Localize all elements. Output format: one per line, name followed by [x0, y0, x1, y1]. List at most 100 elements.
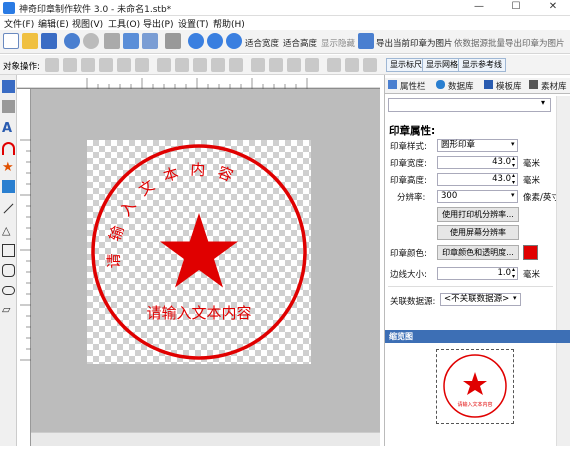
menu-tools[interactable]: 工具(O) — [108, 17, 140, 30]
stamp-star[interactable] — [160, 213, 238, 288]
menu-edit[interactable]: 编辑(E) — [38, 17, 69, 30]
export-image-button[interactable]: 导出当前印章为图片 — [376, 37, 453, 49]
horizontal-ruler — [17, 75, 380, 89]
divider — [388, 286, 553, 287]
export-image-icon[interactable] — [358, 33, 374, 49]
width-label: 印章宽度: — [390, 159, 427, 169]
paste-icon[interactable] — [142, 33, 158, 49]
dpi-select[interactable]: 300 — [437, 190, 518, 203]
align-left-icon[interactable] — [45, 58, 59, 72]
border-label: 边线大小: — [390, 270, 427, 280]
lock-icon[interactable] — [327, 58, 341, 72]
database-tab-icon — [436, 80, 445, 89]
menu-settings[interactable]: 设置(T) — [178, 17, 209, 30]
parallelogram-tool-icon[interactable]: ▱ — [2, 303, 15, 316]
zoom-out-icon[interactable] — [207, 33, 223, 49]
fit-width-button[interactable]: 适合宽度 — [245, 37, 279, 49]
color-label: 印章颜色: — [390, 249, 427, 259]
style-label: 印章样式: — [390, 142, 427, 152]
width-input[interactable]: 43.0 — [437, 156, 518, 169]
panel-scrollbar[interactable] — [556, 96, 570, 446]
tab-properties[interactable]: 属性栏 — [400, 80, 426, 92]
tab-templates[interactable]: 模板库 — [496, 80, 522, 92]
stamp-artboard[interactable]: 请输入文本内容 请输入文本内容 — [87, 140, 311, 364]
printer-dpi-button[interactable]: 使用打印机分辨率... — [437, 207, 519, 222]
send-back-icon[interactable] — [269, 58, 283, 72]
batch-export-button[interactable]: 依数据源批量导出印章为图片 — [454, 37, 565, 49]
copy-icon[interactable] — [123, 33, 139, 49]
menu-view[interactable]: 视图(V) — [72, 17, 103, 30]
properties-tab-icon — [388, 80, 397, 89]
height-unit: 毫米 — [523, 176, 541, 186]
arc-text-tool-icon[interactable] — [2, 142, 15, 155]
same-height-icon[interactable] — [211, 58, 225, 72]
show-guides-button[interactable]: 显示参考线 — [458, 58, 506, 72]
object-ops-label: 对象操作: — [3, 62, 40, 72]
width-stepper[interactable]: ▴ ▾ — [512, 155, 515, 169]
border-input[interactable]: 1.0 — [437, 267, 518, 280]
cut-icon[interactable] — [104, 33, 120, 49]
center-canvas-icon[interactable] — [363, 58, 377, 72]
save-icon[interactable] — [41, 33, 57, 49]
maximize-button[interactable]: ☐ — [500, 0, 532, 16]
chevron-down-icon[interactable]: ▾ — [511, 140, 515, 148]
close-button[interactable]: ✕ — [537, 0, 569, 16]
ungroup-icon[interactable] — [305, 58, 319, 72]
align-center-icon[interactable] — [63, 58, 77, 72]
same-size-icon[interactable] — [229, 58, 243, 72]
hand-tool-icon[interactable] — [2, 100, 15, 113]
ellipse-tool-icon[interactable] — [2, 286, 15, 295]
color-swatch[interactable] — [523, 245, 538, 260]
chevron-down-icon[interactable]: ▾ — [541, 98, 545, 107]
select-tool-icon[interactable] — [2, 80, 15, 93]
stamp-bottom-text[interactable]: 请输入文本内容 — [146, 304, 251, 322]
same-width-icon[interactable] — [193, 58, 207, 72]
group-icon[interactable] — [287, 58, 301, 72]
star-tool-icon[interactable]: ★ — [2, 161, 15, 174]
show-hide-button[interactable]: 显示隐藏 — [321, 37, 355, 49]
thumbnail-preview: 请输入文本内容 — [436, 349, 514, 424]
open-folder-icon[interactable] — [22, 33, 38, 49]
fit-height-button[interactable]: 适合高度 — [283, 37, 317, 49]
zoom-fit-icon[interactable] — [226, 33, 242, 49]
show-grid-button[interactable]: 显示网格 — [422, 58, 462, 72]
rounded-rect-tool-icon[interactable] — [2, 264, 15, 277]
align-top-icon[interactable] — [99, 58, 113, 72]
horizontal-scrollbar[interactable] — [31, 432, 380, 446]
object-selector-dropdown[interactable] — [388, 98, 551, 112]
color-button[interactable]: 印章颜色和透明度... — [437, 245, 519, 260]
distribute-h-icon[interactable] — [157, 58, 171, 72]
menu-export[interactable]: 导出(P) — [143, 17, 173, 30]
align-middle-icon[interactable] — [117, 58, 131, 72]
show-ruler-button[interactable]: 显示标尺 — [386, 58, 426, 72]
image-tool-icon[interactable] — [2, 180, 15, 193]
datasource-select[interactable]: <不关联数据源> — [440, 293, 521, 306]
unlock-icon[interactable] — [345, 58, 359, 72]
align-bottom-icon[interactable] — [135, 58, 149, 72]
app-icon — [3, 2, 15, 14]
border-stepper[interactable]: ▴ ▾ — [512, 266, 515, 280]
tab-database[interactable]: 数据库 — [448, 80, 474, 92]
text-tool-icon[interactable]: A — [2, 122, 15, 135]
chevron-down-icon[interactable]: ▾ — [511, 191, 515, 199]
height-input[interactable]: 43.0 — [437, 173, 518, 186]
bring-front-icon[interactable] — [251, 58, 265, 72]
minimize-button[interactable]: — — [463, 0, 495, 16]
screen-dpi-button[interactable]: 使用屏幕分辨率 — [437, 225, 519, 240]
tab-assets[interactable]: 素材库 — [541, 80, 567, 92]
redo-icon[interactable] — [83, 33, 99, 49]
menu-help[interactable]: 帮助(H) — [213, 17, 245, 30]
distribute-v-icon[interactable] — [175, 58, 189, 72]
zoom-in-icon[interactable] — [188, 33, 204, 49]
undo-icon[interactable] — [64, 33, 80, 49]
style-select[interactable]: 圆形印章 — [437, 139, 518, 152]
new-file-icon[interactable] — [3, 33, 19, 49]
window-title: 神奇印章制作软件 3.0 - 未命名1.stb* — [19, 5, 172, 15]
align-right-icon[interactable] — [81, 58, 95, 72]
triangle-tool-icon[interactable]: △ — [2, 224, 15, 237]
delete-icon[interactable] — [165, 33, 181, 49]
chevron-down-icon[interactable]: ▾ — [513, 294, 517, 302]
height-stepper[interactable]: ▴ ▾ — [512, 172, 515, 186]
rectangle-tool-icon[interactable] — [2, 244, 15, 257]
menu-file[interactable]: 文件(F) — [4, 17, 34, 30]
